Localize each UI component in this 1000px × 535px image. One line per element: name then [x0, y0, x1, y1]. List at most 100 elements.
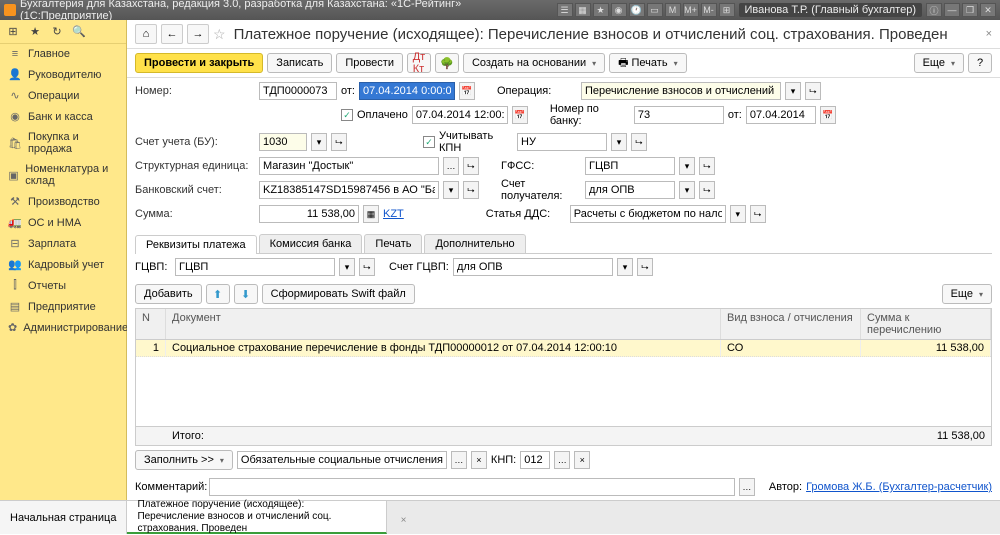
- open-icon[interactable]: ⮡: [331, 133, 347, 151]
- bank-num-input[interactable]: [634, 106, 724, 124]
- toolbar-btn[interactable]: ▦: [575, 3, 591, 17]
- open-icon[interactable]: ⮡: [463, 157, 479, 175]
- dk-button[interactable]: ДтКт: [407, 53, 431, 73]
- sidebar-item[interactable]: ≡Главное: [0, 44, 126, 64]
- tab-payment-details[interactable]: Реквизиты платежа: [135, 235, 257, 254]
- sidebar-item[interactable]: 👥Кадровый учет: [0, 254, 126, 275]
- favorite-icon[interactable]: ☆: [213, 26, 226, 43]
- search-icon[interactable]: 🔍: [72, 25, 86, 39]
- recip-input[interactable]: [585, 181, 675, 199]
- toolbar-btn[interactable]: ★: [593, 3, 609, 17]
- save-button[interactable]: Записать: [267, 53, 332, 73]
- dropdown-icon[interactable]: ▾: [443, 181, 459, 199]
- add-button[interactable]: Добавить: [135, 284, 202, 304]
- toolbar-btn[interactable]: M: [665, 3, 681, 17]
- tab-close-icon[interactable]: ×: [401, 515, 407, 526]
- dropdown-icon[interactable]: ▾: [617, 258, 633, 276]
- select-icon[interactable]: …: [554, 451, 570, 469]
- kpn-input[interactable]: [517, 133, 607, 151]
- calc-icon[interactable]: ▦: [363, 205, 379, 223]
- sidebar-item[interactable]: ⚒Производство: [0, 191, 126, 212]
- clear-icon[interactable]: ×: [471, 451, 487, 469]
- select-icon[interactable]: …: [451, 451, 467, 469]
- back-button[interactable]: ←: [161, 24, 183, 44]
- minimize-icon[interactable]: —: [944, 3, 960, 17]
- toolbar-btn[interactable]: ▭: [647, 3, 663, 17]
- gfss-input[interactable]: [585, 157, 675, 175]
- bank-date-input[interactable]: [746, 106, 816, 124]
- open-icon[interactable]: ⮡: [637, 258, 653, 276]
- user-badge[interactable]: Иванова Т.Р. (Главный бухгалтер): [739, 3, 923, 17]
- clear-icon[interactable]: ×: [574, 451, 590, 469]
- help-button[interactable]: ?: [968, 53, 992, 73]
- account-input[interactable]: [259, 133, 307, 151]
- date-input[interactable]: [359, 82, 455, 100]
- table-row[interactable]: 1 Социальное страхование перечисление в …: [136, 340, 991, 357]
- toolbar-btn[interactable]: ⊞: [719, 3, 735, 17]
- gcvp-acc-input[interactable]: [453, 258, 613, 276]
- toolbar-btn[interactable]: ◉: [611, 3, 627, 17]
- forward-button[interactable]: →: [187, 24, 209, 44]
- toolbar-btn[interactable]: ☰: [557, 3, 573, 17]
- calendar-icon[interactable]: 📅: [459, 82, 475, 100]
- post-and-close-button[interactable]: Провести и закрыть: [135, 53, 263, 73]
- close-icon[interactable]: ✕: [980, 3, 996, 17]
- tab-current-doc[interactable]: Платежное поручение (исходящее): Перечис…: [127, 501, 387, 534]
- apps-icon[interactable]: ⊞: [6, 25, 20, 39]
- history-icon[interactable]: ↻: [50, 25, 64, 39]
- more-button[interactable]: Еще: [914, 53, 964, 73]
- tab-additional[interactable]: Дополнительно: [424, 234, 525, 253]
- sidebar-item[interactable]: 👤Руководителю: [0, 64, 126, 85]
- select-icon[interactable]: …: [739, 478, 755, 496]
- dropdown-icon[interactable]: ▾: [785, 82, 801, 100]
- purpose-input[interactable]: [237, 451, 447, 469]
- toolbar-btn[interactable]: M+: [683, 3, 699, 17]
- paid-checkbox[interactable]: ✓: [341, 109, 353, 121]
- comment-input[interactable]: [209, 478, 735, 496]
- tab-start-page[interactable]: Начальная страница: [0, 501, 127, 534]
- calendar-icon[interactable]: 📅: [512, 106, 528, 124]
- paid-date-input[interactable]: [412, 106, 508, 124]
- operation-select[interactable]: [581, 82, 781, 100]
- sidebar-item[interactable]: 🚛ОС и НМА: [0, 212, 126, 233]
- print-button[interactable]: 🖶 Печать: [609, 53, 686, 73]
- move-up-button[interactable]: ⬆: [206, 284, 230, 304]
- number-input[interactable]: [259, 82, 337, 100]
- swift-button[interactable]: Сформировать Swift файл: [262, 284, 415, 304]
- bankacc-input[interactable]: [259, 181, 439, 199]
- dropdown-icon[interactable]: ▾: [679, 157, 695, 175]
- post-button[interactable]: Провести: [336, 53, 403, 73]
- tab-print[interactable]: Печать: [364, 234, 422, 253]
- calendar-icon[interactable]: 📅: [820, 106, 836, 124]
- unit-input[interactable]: [259, 157, 439, 175]
- sidebar-item[interactable]: ∿Операции: [0, 85, 126, 106]
- open-icon[interactable]: ⮡: [463, 181, 479, 199]
- dropdown-icon[interactable]: ▾: [730, 205, 746, 223]
- info-icon[interactable]: ⓘ: [926, 3, 942, 17]
- sidebar-item[interactable]: 🛍Покупка и продажа: [0, 127, 126, 159]
- gcvp-input[interactable]: [175, 258, 335, 276]
- dds-input[interactable]: [570, 205, 726, 223]
- dropdown-icon[interactable]: ▾: [339, 258, 355, 276]
- close-tab-icon[interactable]: ×: [986, 28, 992, 40]
- sidebar-item[interactable]: ⫿Отчеты: [0, 275, 126, 296]
- currency-link[interactable]: KZT: [383, 208, 404, 220]
- sidebar-item[interactable]: ▣Номенклатура и склад: [0, 159, 126, 191]
- dropdown-icon[interactable]: ▾: [311, 133, 327, 151]
- open-icon[interactable]: ⮡: [805, 82, 821, 100]
- home-button[interactable]: ⌂: [135, 24, 157, 44]
- open-icon[interactable]: ⮡: [359, 258, 375, 276]
- sum-input[interactable]: [259, 205, 359, 223]
- knp-input[interactable]: [520, 451, 550, 469]
- sidebar-item[interactable]: ✿Администрирование: [0, 317, 126, 338]
- sidebar-item[interactable]: ▤Предприятие: [0, 296, 126, 317]
- toolbar-btn[interactable]: 🕐: [629, 3, 645, 17]
- structure-button[interactable]: 🌳: [435, 53, 459, 73]
- open-icon[interactable]: ⮡: [699, 157, 715, 175]
- fill-button[interactable]: Заполнить >>: [135, 450, 233, 470]
- star-icon[interactable]: ★: [28, 25, 42, 39]
- dropdown-icon[interactable]: ▾: [679, 181, 695, 199]
- sidebar-item[interactable]: ◉Банк и касса: [0, 106, 126, 127]
- create-based-button[interactable]: Создать на основании: [463, 53, 605, 73]
- kpn-checkbox[interactable]: ✓: [423, 136, 435, 148]
